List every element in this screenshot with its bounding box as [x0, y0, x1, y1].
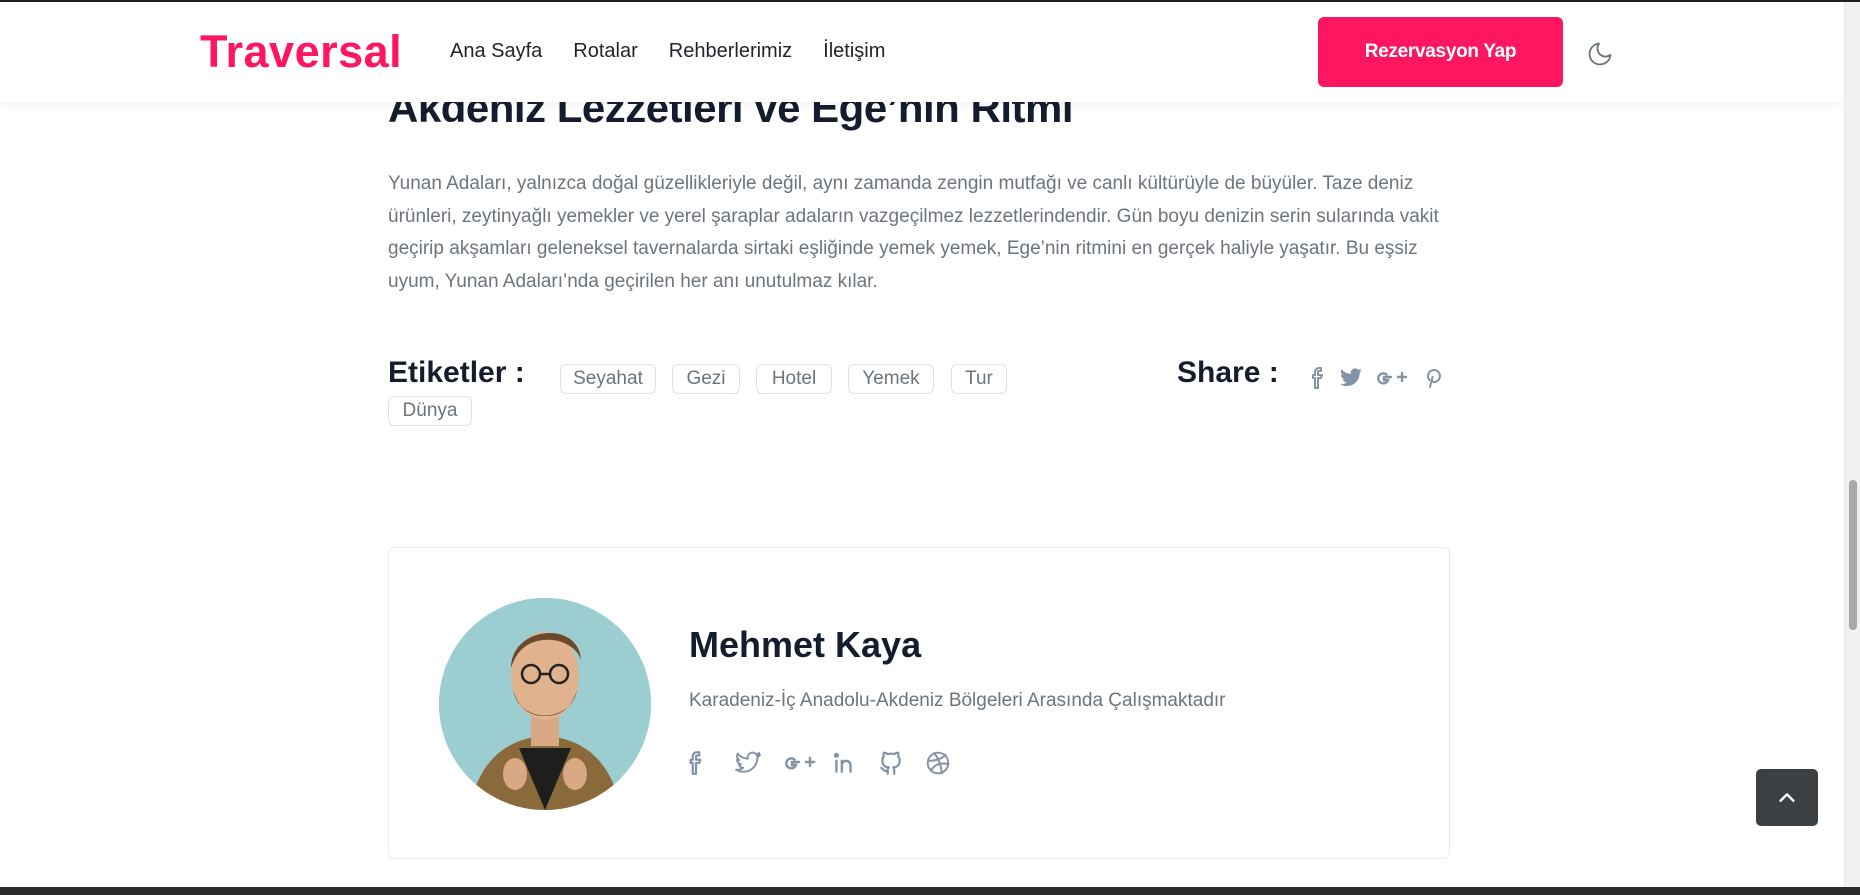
- page-scrollbar[interactable]: [1844, 2, 1860, 887]
- moon-icon[interactable]: [1586, 40, 1614, 68]
- tag-item[interactable]: Dünya: [388, 396, 472, 426]
- window-bottom-border: [0, 887, 1860, 895]
- share-label: Share :: [1177, 356, 1279, 389]
- nav-link-contact[interactable]: İletişim: [823, 40, 885, 63]
- github-icon[interactable]: [878, 750, 904, 776]
- author-name: Mehmet Kaya: [689, 624, 922, 665]
- facebook-icon[interactable]: [683, 750, 709, 776]
- author-avatar: [439, 598, 651, 810]
- chevron-up-icon: [1779, 792, 1795, 802]
- author-photo: [439, 598, 651, 810]
- linkedin-icon[interactable]: [831, 750, 857, 776]
- author-card: Mehmet Kaya Karadeniz-İç Anadolu-Akdeniz…: [388, 547, 1450, 859]
- tag-item[interactable]: Yemek: [848, 364, 934, 394]
- tag-item[interactable]: Tur: [951, 364, 1007, 394]
- article-body: Yunan Adaları, yalnızca doğal güzellikle…: [388, 173, 1439, 292]
- scrollbar-thumb[interactable]: [1849, 480, 1857, 630]
- tags-label: Etiketler :: [388, 356, 525, 389]
- dribbble-icon[interactable]: [925, 750, 951, 776]
- brand-logo[interactable]: Traversal: [200, 26, 402, 78]
- nav-link-home[interactable]: Ana Sayfa: [450, 40, 542, 63]
- nav-link-routes[interactable]: Rotalar: [573, 40, 637, 63]
- google-plus-icon[interactable]: [783, 750, 817, 776]
- pinterest-icon[interactable]: [1419, 366, 1447, 390]
- google-plus-icon[interactable]: [1375, 366, 1409, 390]
- back-to-top-button[interactable]: [1756, 769, 1818, 826]
- facebook-icon[interactable]: [1305, 366, 1333, 390]
- twitter-icon[interactable]: [1337, 366, 1365, 390]
- twitter-icon[interactable]: [735, 750, 761, 776]
- nav-menu: Ana Sayfa Rotalar Rehberlerimiz İletişim: [450, 40, 885, 63]
- tag-item[interactable]: Hotel: [756, 364, 832, 394]
- nav-link-guides[interactable]: Rehberlerimiz: [669, 40, 792, 63]
- reservation-button[interactable]: Rezervasyon Yap: [1318, 17, 1563, 87]
- author-description: Karadeniz-İç Anadolu-Akdeniz Bölgeleri A…: [689, 690, 1226, 711]
- window-top-border: [0, 0, 1860, 2]
- navbar: Traversal Ana Sayfa Rotalar Rehberlerimi…: [0, 2, 1844, 102]
- tag-item[interactable]: Gezi: [672, 364, 740, 394]
- tag-item[interactable]: Seyahat: [560, 364, 656, 394]
